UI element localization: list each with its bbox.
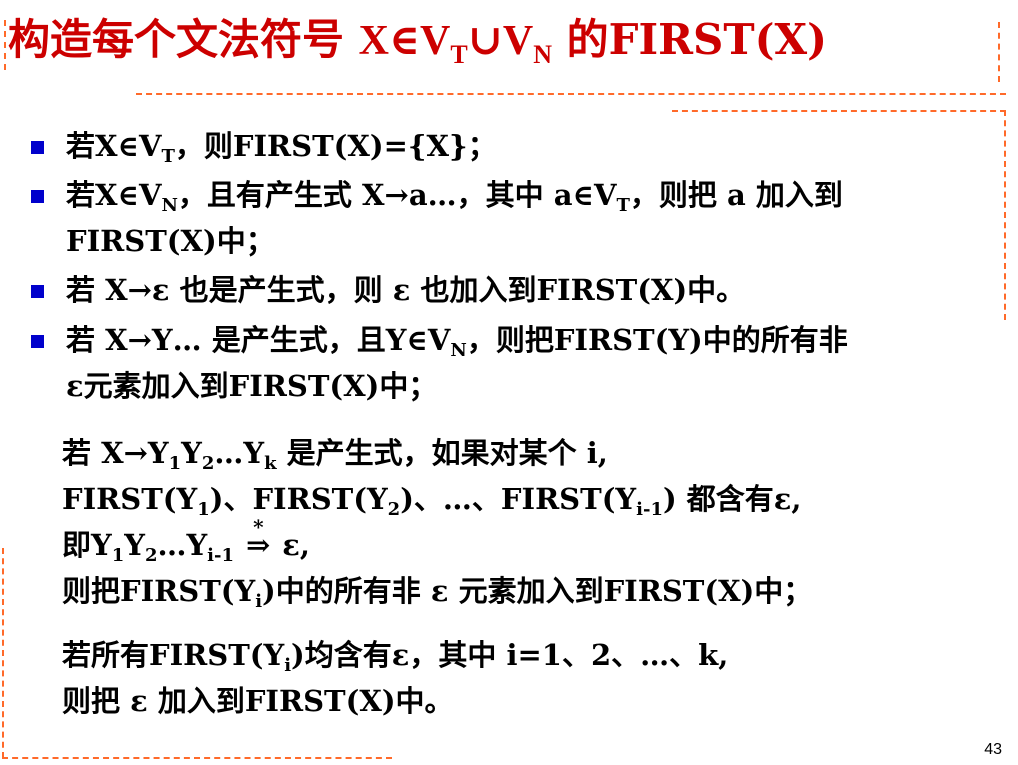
rule-block-2-row-1: 若所有FIRST(Yi)均含有ε，其中 i=1、2、…、k, — [62, 632, 728, 678]
text-run: FIRST(Y — [62, 482, 198, 516]
text-run: ，则把 a 加入到 — [629, 178, 843, 212]
page-number: 43 — [984, 741, 1002, 758]
subscript: k — [264, 453, 277, 474]
rule-block-row-4: 则把FIRST(Yi)中的所有非 ε 元素加入到FIRST(X)中； — [62, 568, 812, 614]
subscript: 2 — [387, 499, 401, 520]
rule-block-2-row-2: 则把 ε 加入到FIRST(X)中。 — [62, 678, 728, 724]
title-subscript-t: T — [450, 40, 468, 69]
subscript: i-1 — [636, 499, 663, 520]
rule-block-yk: 若 X→Y1Y2…Yk 是产生式，如果对某个 i, FIRST(Y1)、FIRS… — [62, 430, 812, 614]
text-run: ε元素加入到FIRST(X)中； — [66, 369, 438, 403]
title-suffix: 的FIRST(X) — [552, 15, 827, 64]
bullet-square — [31, 190, 44, 203]
text-run: ，则把FIRST(Y)中的所有非 — [466, 323, 848, 357]
subscript: T — [616, 195, 630, 216]
subscript: 1 — [197, 499, 210, 520]
rule-block-row-3: 即Y1Y2…Yi-1 * ⇒ ε, — [62, 515, 812, 568]
upper-right-rule — [672, 110, 1006, 112]
text-run: ，则FIRST(X)={X}； — [174, 129, 497, 163]
derivation-lhs: 即Y1Y2…Yi-1 — [62, 528, 234, 565]
text-run: 若X∈V — [66, 178, 162, 212]
subscript: 1 — [168, 453, 182, 474]
subscript: i-1 — [207, 545, 235, 566]
text-run: ) 都含有ε, — [662, 482, 802, 516]
text-run: 则把 ε 加入到FIRST(X)中。 — [62, 684, 454, 718]
derives-star-symbol: * ⇒ — [244, 515, 272, 568]
bullet-line: FIRST(X)中； — [66, 223, 275, 259]
bullet-line: 若 X→ε 也是产生式，则 ε 也加入到FIRST(X)中。 — [66, 272, 745, 308]
text-run: 若 X→Y — [62, 436, 169, 470]
bullet-square — [31, 335, 44, 348]
text-run: …Y — [214, 436, 265, 470]
subscript: N — [161, 195, 178, 216]
title-subscript-n: N — [533, 40, 553, 69]
bullet-line: ε元素加入到FIRST(X)中； — [66, 368, 437, 404]
title-left-rule — [4, 20, 6, 70]
text-run: ，且有产生式 X→a…，其中 a∈V — [177, 178, 617, 212]
rule-block-all-epsilon: 若所有FIRST(Yi)均含有ε，其中 i=1、2、…、k, 则把 ε 加入到F… — [62, 632, 728, 724]
subscript: N — [450, 340, 467, 361]
text-run: 是产生式，如果对某个 i, — [276, 436, 608, 470]
title-prefix: 构造每个文法符号 — [8, 15, 359, 64]
subscript: 1 — [111, 545, 125, 566]
bullet-line: 若 X→Y… 是产生式，且Y∈VN，则把FIRST(Y)中的所有非 — [66, 322, 848, 361]
subscript: T — [161, 146, 175, 167]
title-underline — [136, 93, 1006, 95]
title-formula-x-in-vt: X∈VT∪VN — [358, 18, 553, 69]
bottom-rule — [2, 757, 392, 759]
subscript: 2 — [201, 453, 215, 474]
title-right-rule — [998, 22, 1000, 82]
rule-block-row-2: FIRST(Y1)、FIRST(Y2)、…、FIRST(Yi-1) 都含有ε, — [62, 476, 812, 522]
bullet-line: 若X∈VT，则FIRST(X)={X}； — [66, 128, 497, 167]
text-run: …Y — [157, 528, 208, 562]
text-run: Y — [124, 528, 145, 562]
text-run: 若所有FIRST(Y — [62, 638, 285, 672]
text-run: 则把FIRST(Y — [62, 574, 256, 608]
right-vertical-rule — [1004, 110, 1006, 320]
slide-title: 构造每个文法符号 X∈VT∪VN 的FIRST(X) — [8, 6, 827, 69]
subscript: 2 — [144, 545, 158, 566]
text-run: )、FIRST(Y — [209, 482, 388, 516]
text-run: 若 X→ε 也是产生式，则 ε 也加入到FIRST(X)中。 — [66, 273, 746, 307]
text-run: Y — [181, 436, 202, 470]
text-run: 若X∈V — [66, 129, 162, 163]
derivation-rhs: ε, — [272, 528, 310, 562]
bullet-square — [31, 285, 44, 298]
rule-block-row-1: 若 X→Y1Y2…Yk 是产生式，如果对某个 i, — [62, 430, 812, 476]
text-run: FIRST(X)中； — [66, 224, 275, 258]
text-run: )均含有ε，其中 i=1、2、…、k, — [291, 638, 729, 672]
derives-star: * — [253, 515, 264, 539]
text-run: 即Y — [62, 528, 112, 562]
text-run: 若 X→Y… 是产生式，且Y∈V — [66, 323, 451, 357]
left-vertical-rule — [2, 548, 4, 758]
bullet-line: 若X∈VN，且有产生式 X→a…，其中 a∈VT，则把 a 加入到 — [66, 177, 843, 216]
text-run: )、…、FIRST(Y — [400, 482, 637, 516]
bullet-square — [31, 141, 44, 154]
text-run: )中的所有非 ε 元素加入到FIRST(X)中； — [262, 574, 813, 608]
